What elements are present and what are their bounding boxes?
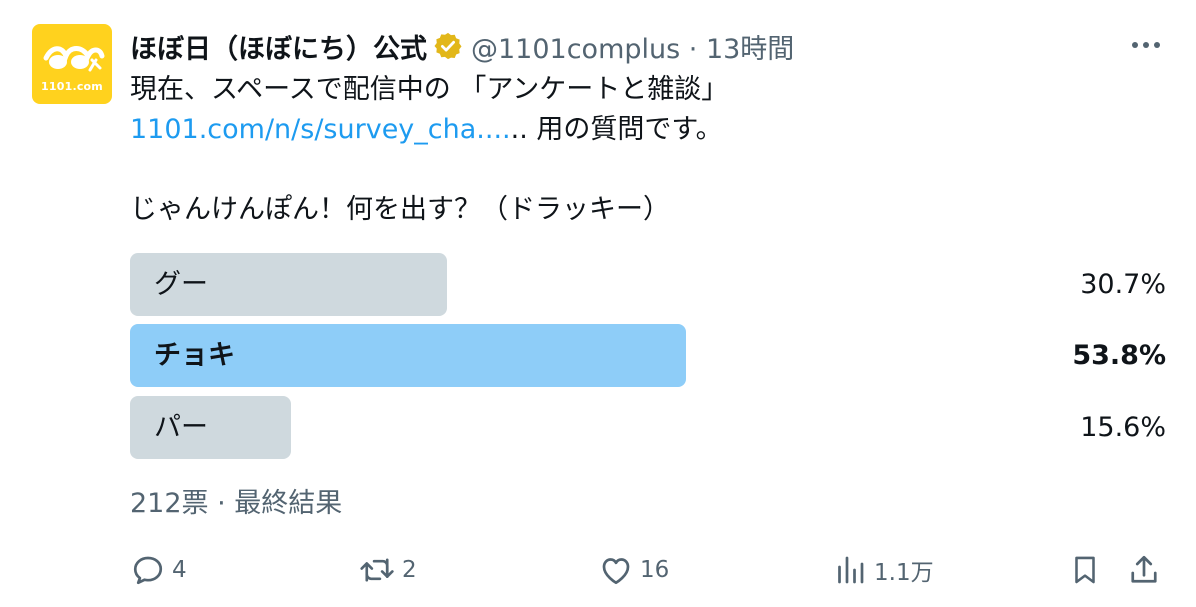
poll-option-label: グー xyxy=(154,269,208,300)
poll-meta: 212票 · 最終結果 xyxy=(130,488,343,519)
retweet-icon xyxy=(360,558,394,582)
avatar[interactable]: 1101.com xyxy=(32,24,112,104)
like-count: 16 xyxy=(640,557,670,583)
bookmark-button[interactable] xyxy=(1068,550,1102,590)
poll-option-label: パー xyxy=(154,412,208,443)
tweet-header: ほぼ日（ほぼにち）公式 @1101complus · 13時間 xyxy=(130,26,794,66)
reply-count: 4 xyxy=(172,557,187,583)
share-icon xyxy=(1131,555,1157,583)
poll-question: じゃんけんぽん！何を出す？（ドラッキー） xyxy=(130,194,670,225)
display-name[interactable]: ほぼ日（ほぼにち）公式 xyxy=(130,27,427,66)
more-options-button[interactable] xyxy=(1128,30,1164,60)
share-button[interactable] xyxy=(1126,550,1162,590)
retweet-button[interactable]: 2 xyxy=(358,550,417,590)
tweet-link[interactable]: 1101.com/n/s/survey_cha.... xyxy=(130,114,511,145)
like-button[interactable]: 16 xyxy=(598,550,669,590)
reply-icon xyxy=(133,556,163,585)
verified-badge-icon xyxy=(434,32,462,60)
poll-option-pa: パー 15.6% xyxy=(130,396,1166,459)
more-icon xyxy=(1132,42,1160,48)
handle-and-time[interactable]: @1101complus · 13時間 xyxy=(471,27,794,66)
reply-button[interactable]: 4 xyxy=(130,550,187,590)
tweet-text: 現在、スペースで配信中の 「アンケートと雑談」 1101.com/n/s/sur… xyxy=(130,70,1170,230)
tweet-line-2-rest: .. 用の質問です。 xyxy=(510,114,723,145)
heart-icon xyxy=(602,558,630,585)
poll-option-label: チョキ xyxy=(154,340,235,371)
tweet-line-2: 1101.com/n/s/survey_cha...... 用の質問です。 xyxy=(130,110,1170,150)
logo-text: 1101.com xyxy=(41,80,103,93)
poll-option-choki: チョキ 53.8% xyxy=(130,324,1166,387)
poll-option-percent: 30.7% xyxy=(1080,269,1166,300)
poll-option-gu: グー 30.7% xyxy=(130,253,1166,316)
views-chart-icon xyxy=(838,556,864,584)
views-count: 1.1万 xyxy=(874,560,934,586)
tweet-line-1: 現在、スペースで配信中の 「アンケートと雑談」 xyxy=(130,74,729,105)
retweet-count: 2 xyxy=(402,557,417,583)
views-button[interactable]: 1.1万 xyxy=(832,550,934,590)
poll-option-percent: 15.6% xyxy=(1080,412,1166,443)
bookmark-icon xyxy=(1075,556,1095,584)
poll-option-percent: 53.8% xyxy=(1072,340,1166,371)
